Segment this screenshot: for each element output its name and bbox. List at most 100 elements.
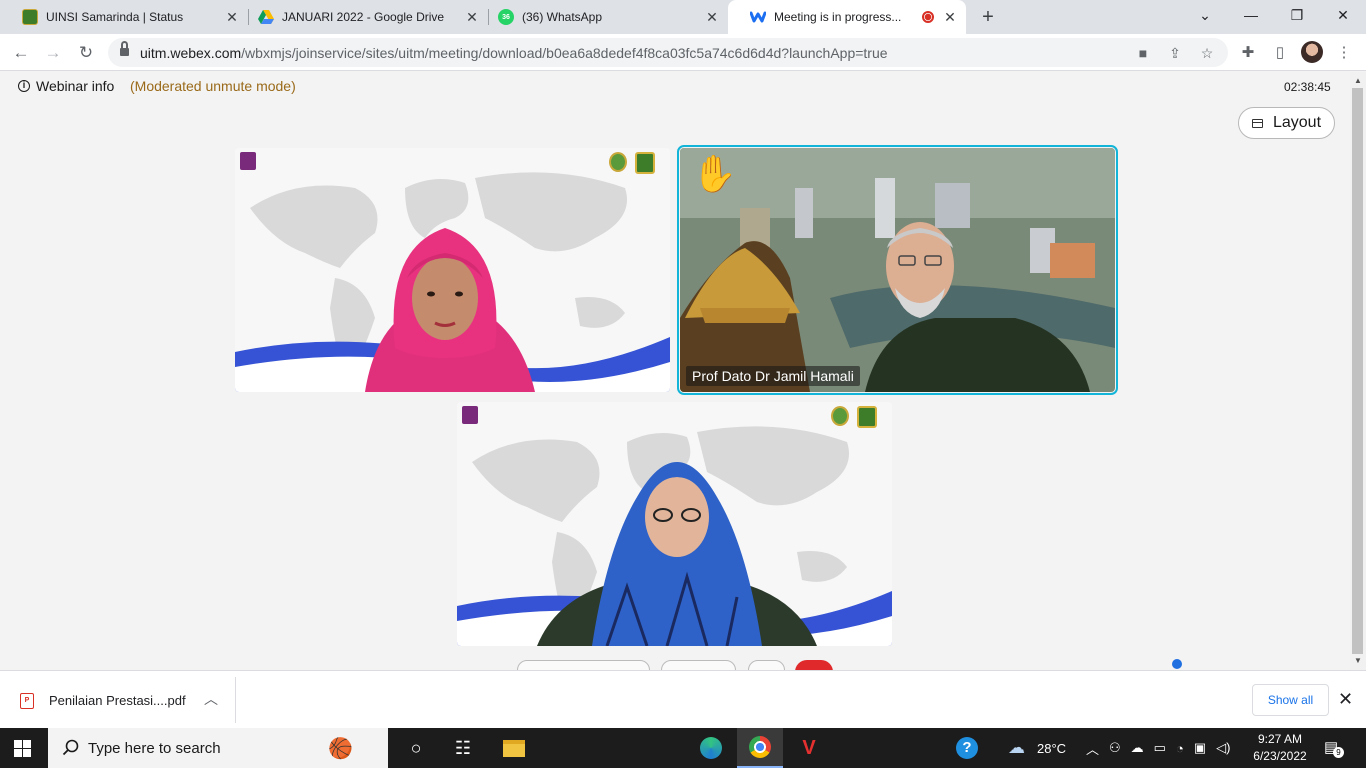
share-icon[interactable]: ⇪ (1166, 44, 1184, 62)
tab-title: JANUARI 2022 - Google Drive (282, 10, 445, 24)
sponsor-logos (609, 152, 655, 174)
onedrive-sync-icon[interactable]: ☁ (1131, 740, 1144, 756)
layout-button[interactable]: Layout (1238, 107, 1335, 139)
edge-browser-icon[interactable] (688, 728, 734, 768)
meeting-timer: 02:38:45 (1284, 80, 1331, 94)
layout-label: Layout (1272, 114, 1322, 131)
side-panel-icon[interactable]: ▯ (1269, 42, 1291, 64)
webinar-info-button[interactable]: i Webinar info (18, 78, 114, 94)
minimize-button[interactable]: — (1228, 0, 1274, 30)
url-text: uitm.webex.com/wbxmjs/joinservice/sites/… (140, 45, 888, 61)
tab-search-chevron-icon[interactable]: ⌄ (1182, 0, 1228, 30)
bookmark-star-icon[interactable]: ☆ (1198, 44, 1216, 62)
tab-title: Meeting is in progress... (774, 10, 902, 24)
display-icon[interactable]: ▣ (1194, 740, 1206, 756)
cloud-weather-icon: ☁ (1008, 738, 1025, 757)
weather-widget[interactable]: ☁ 28°C (1008, 728, 1066, 768)
volume-icon[interactable]: ◁) (1216, 740, 1230, 756)
sponsor-logo (857, 406, 877, 428)
tab-whatsapp[interactable]: 36 (36) WhatsApp ✕ (476, 0, 728, 34)
pdf-file-icon: P (20, 693, 34, 709)
raised-hand-icon: ✋ (692, 153, 737, 194)
camera-blocked-icon[interactable]: ■ (1134, 44, 1152, 62)
back-button[interactable]: ← (8, 40, 34, 66)
webinar-info-label: Webinar info (36, 78, 115, 94)
uinsi-logo-icon (22, 9, 38, 25)
download-item[interactable]: P Penilaian Prestasi....pdf ︿ (0, 677, 236, 723)
close-tab-icon[interactable]: ✕ (942, 9, 958, 25)
browser-tab-strip: UINSI Samarinda | Status ✕ JANUARI 2022 … (0, 0, 1366, 34)
close-tab-icon[interactable]: ✕ (704, 9, 720, 25)
participant-video-tile-active[interactable]: ✋ Prof Dato Dr Jamil Hamali (677, 145, 1118, 395)
meet-now-icon[interactable]: ⚇ (1109, 740, 1121, 756)
tab-webex-meeting[interactable]: Meeting is in progress... ✕ (728, 0, 966, 34)
whatsapp-badge: 36 (502, 13, 510, 21)
notification-count: 9 (1333, 747, 1344, 758)
moderation-mode-label: (Moderated unmute mode) (130, 78, 296, 94)
restore-button[interactable]: ❐ (1274, 0, 1320, 30)
close-window-button[interactable]: ✕ (1320, 0, 1366, 30)
participant-person (365, 228, 535, 392)
help-icon[interactable]: ? (944, 728, 990, 768)
audio-control-button[interactable] (517, 660, 650, 670)
scroll-up-arrow[interactable]: ▲ (1350, 74, 1366, 88)
clock-date: 6/23/2022 (1253, 749, 1307, 763)
extensions-puzzle-icon[interactable]: ✚ (1237, 42, 1259, 64)
sponsor-logo (831, 406, 849, 426)
scroll-down-arrow[interactable]: ▼ (1350, 654, 1366, 668)
whatsapp-icon: 36 (498, 9, 514, 25)
file-explorer-icon[interactable] (491, 728, 537, 768)
chevron-up-icon[interactable]: ︿ (204, 689, 218, 709)
participant-video-tile[interactable] (457, 402, 892, 646)
taskbar-search-box[interactable]: Type here to search 🏀 (48, 728, 388, 768)
system-tray: ︿ ⚇ ☁ ▭ ◔ ▣ ◁) (1086, 728, 1230, 768)
menu-kebab-icon[interactable]: ⋮ (1333, 42, 1355, 64)
sponsor-logo (635, 152, 655, 174)
notification-center-icon[interactable]: ▤ 9 (1324, 738, 1344, 758)
url-host: uitm.webex.com (140, 45, 242, 61)
participant-name-tag: Prof Dato Dr Jamil Hamali (686, 366, 860, 386)
tab-uinsi-status[interactable]: UINSI Samarinda | Status ✕ (0, 0, 248, 34)
participant-video-tile[interactable] (235, 148, 670, 392)
weather-temperature: 28°C (1037, 740, 1067, 756)
windows-taskbar: Type here to search 🏀 ○ ☷ V ? ☁ 28°C ︿ ⚇… (0, 728, 1366, 768)
new-tab-button[interactable]: + (978, 7, 998, 27)
scroll-thumb[interactable] (1352, 88, 1363, 654)
search-icon (62, 739, 79, 756)
profile-avatar[interactable] (1301, 41, 1323, 63)
battery-icon[interactable]: ▭ (1154, 740, 1166, 756)
windows-start-button[interactable] (14, 740, 31, 757)
acrobat-pdf-icon[interactable]: V (786, 728, 832, 768)
address-bar[interactable]: uitm.webex.com/wbxmjs/joinservice/sites/… (108, 38, 1228, 67)
participant-person (537, 462, 817, 646)
recording-icon (922, 11, 934, 23)
reload-button[interactable]: ↻ (73, 40, 99, 66)
search-highlight-icon: 🏀 (328, 738, 353, 760)
google-drive-icon (258, 9, 274, 25)
show-hidden-icons-chevron-icon[interactable]: ︿ (1086, 739, 1099, 758)
participant-person (865, 222, 1090, 392)
lock-icon[interactable] (120, 41, 129, 57)
chrome-browser-icon[interactable] (737, 728, 783, 768)
tab-google-drive[interactable]: JANUARI 2022 - Google Drive ✕ (236, 0, 488, 34)
download-shelf: P Penilaian Prestasi....pdf ︿ Show all ✕ (0, 670, 1366, 728)
sponsor-logo (609, 152, 627, 172)
tab-title: UINSI Samarinda | Status (46, 10, 184, 24)
webex-icon (750, 9, 766, 25)
layout-icon (1251, 118, 1263, 128)
info-icon: i (18, 80, 30, 92)
url-path: /wbxmjs/joinservice/sites/uitm/meeting/d… (241, 45, 888, 61)
more-options-button[interactable] (748, 660, 785, 670)
show-all-downloads-button[interactable]: Show all (1252, 684, 1329, 716)
leave-meeting-button[interactable] (795, 660, 833, 670)
wifi-icon[interactable]: ◔ (1176, 741, 1184, 756)
taskbar-clock[interactable]: 9:27 AM 6/23/2022 (1249, 731, 1311, 765)
video-control-button[interactable] (661, 660, 736, 670)
close-download-shelf-icon[interactable]: ✕ (1338, 689, 1353, 709)
widgets-icon[interactable]: ☷ (440, 728, 486, 768)
forward-button[interactable]: → (40, 40, 66, 66)
page-scrollbar[interactable]: ▲ ▼ (1350, 72, 1366, 670)
browser-toolbar: ← → ↻ uitm.webex.com/wbxmjs/joinservice/… (0, 34, 1366, 71)
search-placeholder: Type here to search (88, 740, 221, 757)
task-view-icon[interactable]: ○ (393, 728, 439, 768)
